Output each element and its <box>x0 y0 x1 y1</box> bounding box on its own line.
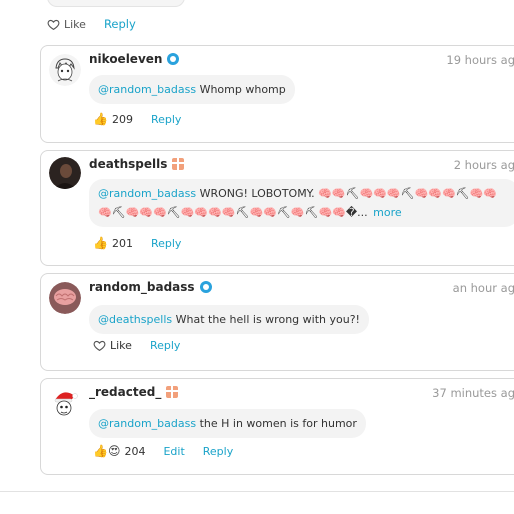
verified-badge-icon <box>199 281 212 293</box>
comment-username[interactable]: nikoeleven <box>89 52 180 66</box>
mention-link[interactable]: @random_badass <box>98 417 196 430</box>
comment-timestamp: an hour ag <box>452 281 514 295</box>
username-text[interactable]: _redacted_ <box>89 385 161 399</box>
reply-button[interactable]: Reply <box>150 339 180 352</box>
thumbs-up-icon[interactable]: 👍 <box>93 236 108 250</box>
comment-timestamp: 2 hours ag <box>453 158 514 172</box>
thumbs-up-icon[interactable]: 👍 <box>93 112 108 126</box>
comment-text-continued: 🧠⛏🧠🧠🧠⛏🧠🧠🧠🧠⛏🧠🧠⛏🧠⛏🧠🧠�... <box>98 206 368 219</box>
divider <box>0 491 514 492</box>
comment-timestamp: 19 hours ag <box>446 53 514 67</box>
reply-button[interactable]: Reply <box>151 237 181 250</box>
comment-username[interactable]: _redacted_ <box>89 385 179 399</box>
reply-button[interactable]: Reply <box>151 113 181 126</box>
comment-text: the H in women is for humor <box>196 417 357 430</box>
reaction-count: 204 <box>124 444 146 458</box>
heart-outline-icon[interactable] <box>47 18 60 31</box>
reaction-count: 201 <box>111 236 133 250</box>
previous-comment-actions: Like Reply <box>47 15 136 33</box>
previous-comment-bubble <box>47 0 185 7</box>
comment-actions: 👍 209 Reply <box>93 111 181 127</box>
verified-badge-icon <box>167 53 180 65</box>
username-text[interactable]: random_badass <box>89 280 195 294</box>
comment-card: deathspells 2 hours ag @random_badass WR… <box>40 150 514 266</box>
like-button[interactable]: Like <box>110 339 132 352</box>
gift-badge-icon <box>166 386 179 398</box>
comment-text: WRONG! LOBOTOMY. 🧠🧠⛏🧠🧠🧠⛏🧠🧠🧠⛏🧠🧠 <box>196 187 498 200</box>
comment-card: _redacted_ 37 minutes ag @random_badass … <box>40 378 514 475</box>
more-link[interactable]: more <box>373 206 402 219</box>
comment-text-bubble: @random_badass Whomp whomp <box>89 75 295 104</box>
reply-button[interactable]: Reply <box>203 445 233 458</box>
comment-timestamp: 37 minutes ag <box>432 386 514 400</box>
mention-link[interactable]: @deathspells <box>98 313 172 326</box>
comment-card: random_badass an hour ag @deathspells Wh… <box>40 273 514 371</box>
comment-text: Whomp whomp <box>196 83 286 96</box>
comment-text: What the hell is wrong with you?! <box>172 313 360 326</box>
comment-text-bubble: @deathspells What the hell is wrong with… <box>89 305 369 334</box>
username-text[interactable]: nikoeleven <box>89 52 162 66</box>
comment-card: nikoeleven 19 hours ag @random_badass Wh… <box>40 45 514 143</box>
like-button[interactable]: Like <box>64 18 86 31</box>
comment-text-bubble: @random_badass the H in women is for hum… <box>89 409 366 438</box>
comment-username[interactable]: deathspells <box>89 157 185 171</box>
comment-text-bubble: @random_badass WRONG! LOBOTOMY. 🧠🧠⛏🧠🧠🧠⛏🧠… <box>89 179 514 227</box>
gift-badge-icon <box>172 158 185 170</box>
comment-actions: 👍 201 Reply <box>93 235 181 251</box>
heart-outline-icon[interactable] <box>93 339 106 352</box>
mention-link[interactable]: @random_badass <box>98 187 196 200</box>
mention-link[interactable]: @random_badass <box>98 83 196 96</box>
avatar[interactable] <box>49 282 81 314</box>
comment-actions: Like Reply <box>93 337 180 353</box>
reply-button[interactable]: Reply <box>104 17 136 31</box>
username-text[interactable]: deathspells <box>89 157 167 171</box>
edit-button[interactable]: Edit <box>163 445 184 458</box>
comment-actions: 👍😍 204 Edit Reply <box>93 443 233 459</box>
avatar[interactable] <box>49 387 81 419</box>
avatar[interactable] <box>49 157 81 189</box>
reaction-count: 209 <box>111 112 133 126</box>
comment-username[interactable]: random_badass <box>89 280 212 294</box>
reactions-icon[interactable]: 👍😍 <box>93 444 120 458</box>
avatar[interactable] <box>49 54 81 86</box>
